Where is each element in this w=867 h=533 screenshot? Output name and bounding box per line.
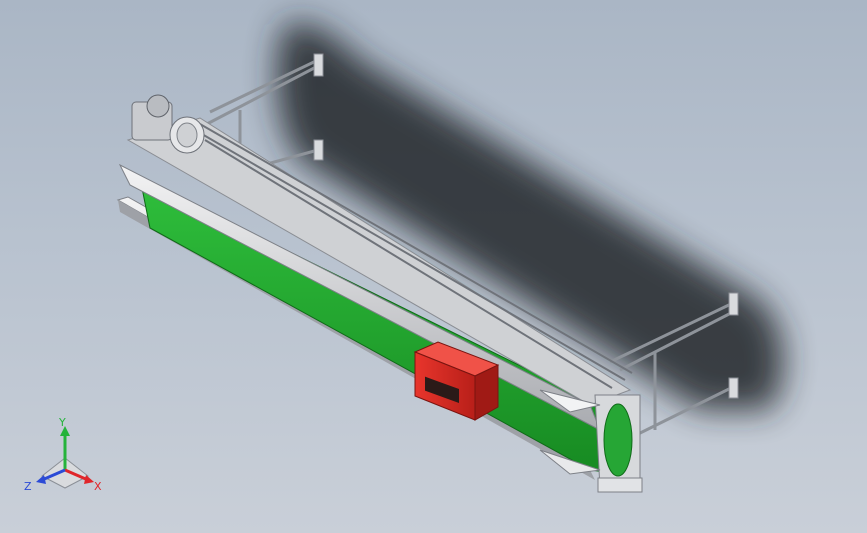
conveyor-model[interactable] (0, 0, 867, 533)
cad-viewport[interactable]: Y X Z (0, 0, 867, 533)
axis-triad: Y X Z (24, 418, 102, 493)
x-axis-label: X (94, 480, 102, 493)
end-roller (603, 403, 633, 477)
y-axis-label: Y (58, 418, 66, 429)
z-axis-label: Z (24, 480, 32, 493)
end-cap-foot (597, 477, 643, 493)
